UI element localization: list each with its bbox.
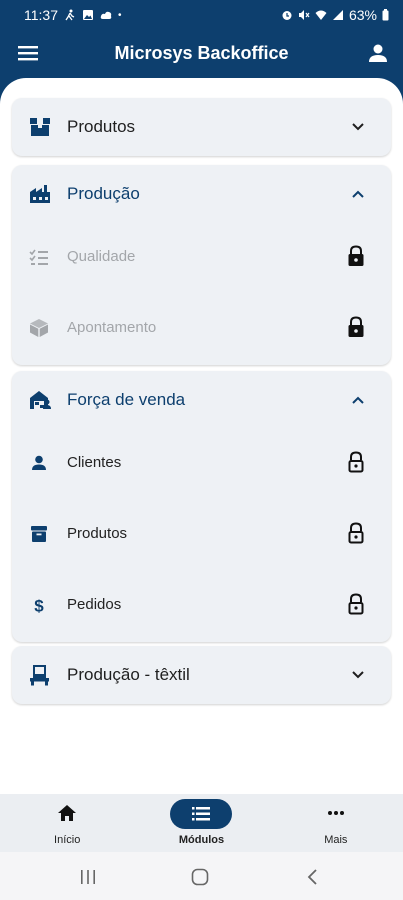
alarm-icon [282, 11, 292, 20]
submodule-pedidos[interactable]: $ Pedidos [12, 571, 391, 642]
module-header-producao-textil[interactable]: Produção - têxtil [12, 646, 391, 704]
lock-open-icon [348, 451, 364, 473]
submodule-label: Clientes [67, 454, 122, 471]
battery-text: 63% [348, 7, 377, 23]
recent-apps-icon[interactable] [79, 868, 97, 886]
submodule-produtos[interactable]: Produtos [12, 500, 391, 571]
submodule-qualidade[interactable]: Qualidade [12, 223, 391, 294]
gallery-icon [83, 10, 93, 20]
signal-icon [332, 10, 343, 20]
module-header-forca-venda[interactable]: Força de venda [12, 371, 391, 429]
home-button-icon[interactable] [191, 868, 209, 886]
factory-icon [30, 185, 50, 203]
lock-open-icon [348, 522, 364, 544]
nav-label: Mais [324, 834, 348, 846]
battery-icon [382, 9, 389, 21]
module-header-produtos[interactable]: Produtos [12, 98, 391, 156]
module-card-produtos: Produtos [12, 98, 391, 156]
cube-icon [30, 319, 48, 337]
mute-icon [298, 10, 310, 20]
app-bar: Microsys Backoffice [0, 30, 403, 78]
nav-modulos[interactable]: Módulos [134, 794, 268, 852]
archive-icon [31, 526, 47, 542]
account-icon[interactable] [367, 42, 389, 64]
sales-icon [30, 391, 51, 409]
lock-open-icon [348, 593, 364, 615]
module-title: Produção [67, 184, 140, 203]
chevron-up-icon [352, 190, 364, 198]
module-card-forca-venda: Força de venda Clientes Produtos $ Pedid… [12, 371, 391, 642]
list-icon [192, 807, 211, 821]
module-card-producao-textil: Produção - têxtil [12, 646, 391, 704]
status-time: 11:37 [24, 7, 58, 23]
submodule-label: Produtos [67, 525, 128, 542]
bottom-navigation: Início Módulos Mais [0, 794, 403, 852]
app-title: Microsys Backoffice [114, 43, 289, 63]
nav-label: Início [54, 834, 81, 846]
submodule-apontamento[interactable]: Apontamento [12, 294, 391, 365]
cloud-icon [100, 11, 112, 19]
module-header-producao[interactable]: Produção [12, 165, 391, 223]
dollar-icon: $ [34, 597, 44, 616]
wifi-icon [315, 10, 327, 20]
person-icon [32, 455, 46, 470]
module-title: Produção - têxtil [67, 665, 190, 684]
activity-icon [65, 9, 75, 21]
submodule-clientes[interactable]: Clientes [12, 429, 391, 500]
home-icon [58, 805, 77, 821]
loom-icon [30, 665, 49, 686]
system-navigation-bar [0, 852, 403, 900]
more-icon [327, 811, 344, 815]
dot-icon: • [118, 9, 122, 21]
lock-icon [348, 316, 364, 337]
nav-active-indicator [170, 799, 233, 829]
submodule-label: Apontamento [67, 319, 157, 336]
chevron-down-icon [352, 671, 364, 679]
module-card-producao: Produção Qualidade Apontamento [12, 165, 391, 365]
checklist-icon [29, 249, 48, 265]
svg-text:$: $ [34, 597, 44, 616]
lock-icon [348, 245, 364, 266]
status-bar: 11:37 • 63% [0, 0, 403, 30]
chevron-up-icon [352, 396, 364, 404]
submodule-label: Pedidos [67, 596, 122, 613]
modules-list: Produtos Produção Qualidade Apontamento … [0, 78, 403, 794]
back-icon[interactable] [306, 868, 320, 886]
submodule-label: Qualidade [67, 248, 136, 265]
nav-mais[interactable]: Mais [269, 794, 403, 852]
box-icon [30, 118, 50, 136]
nav-inicio[interactable]: Início [0, 794, 134, 852]
module-title: Força de venda [67, 390, 186, 409]
nav-label: Módulos [178, 834, 225, 846]
chevron-down-icon [352, 123, 364, 131]
module-title: Produtos [67, 117, 136, 136]
